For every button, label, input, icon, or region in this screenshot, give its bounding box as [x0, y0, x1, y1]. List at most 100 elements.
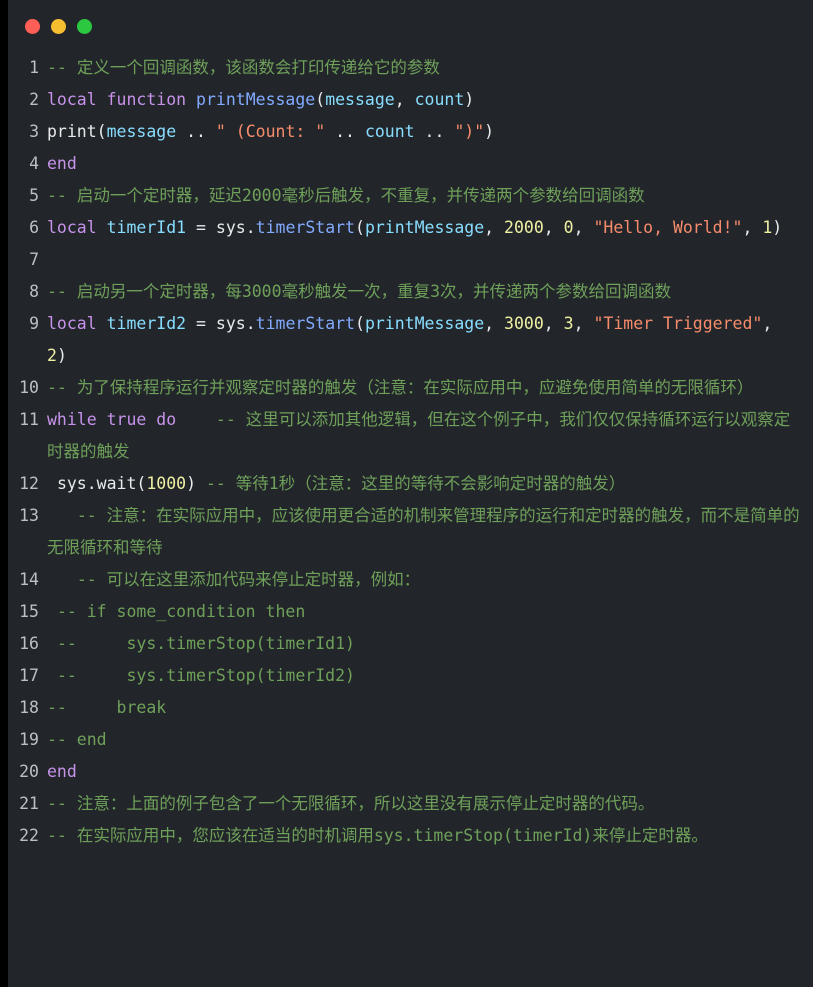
code-token: 启动一个定时器，延迟 [76, 186, 242, 205]
code-line[interactable]: 13 -- 注意：在实际应用中，应该使用更合适的机制来管理程序的运行和定时器的触… [0, 500, 805, 564]
code-line[interactable]: 2 local function printMessage(message, co… [0, 84, 805, 116]
code-token: .. [414, 122, 455, 141]
code-token: ) [56, 346, 67, 365]
code-token: function [106, 90, 187, 109]
code-token: 次，并传递两个参数给回调函数 [440, 282, 671, 301]
line-content: local timerId1 = sys.timerStart(printMes… [47, 212, 805, 244]
code-line[interactable]: 7 [0, 244, 805, 276]
code-token: true [106, 410, 147, 429]
code-token: 等待 [235, 474, 269, 493]
code-line[interactable]: 6 local timerId1 = sys.timerStart(printMe… [0, 212, 805, 244]
code-token: 0 [563, 218, 574, 237]
code-token: 可以在这里添加代码来停止定时器，例如： [106, 570, 421, 589]
line-content: -- 注意：在实际应用中，应该使用更合适的机制来管理程序的运行和定时器的触发，而… [47, 500, 805, 564]
code-token: , [394, 90, 415, 109]
code-token: message [106, 122, 177, 141]
code-line[interactable]: 8 -- 启动另一个定时器，每3000毫秒触发一次，重复3次，并传递两个参数给回调… [0, 276, 805, 308]
code-token: 1000 [146, 474, 187, 493]
code-token: printMessage [196, 90, 316, 109]
line-content: local function printMessage(message, cou… [47, 84, 805, 116]
code-token: "Hello, World!" [593, 218, 743, 237]
code-line[interactable]: 14 -- 可以在这里添加代码来停止定时器，例如： [0, 564, 805, 596]
code-line[interactable]: 12 sys.wait(1000) -- 等待1秒（注意：这里的等待不会影响定时… [0, 468, 805, 500]
line-content: -- sys.timerStop(timerId1) [47, 628, 805, 660]
code-token: , [543, 218, 564, 237]
line-content: -- end [47, 724, 805, 756]
code-token: = [186, 314, 216, 333]
code-line[interactable]: 22 -- 在实际应用中，您应该在适当的时机调用sys.timerStop(tim… [0, 820, 805, 852]
code-token: local [47, 314, 107, 333]
code-token: timerId2 [106, 314, 187, 333]
code-token: , [742, 218, 763, 237]
code-line[interactable]: 17 -- sys.timerStop(timerId2) [0, 660, 805, 692]
code-token: -- [47, 794, 77, 813]
code-token: -- sys.timerStop(timerId1) [56, 634, 355, 653]
code-line[interactable]: 3 print(message .. " (Count: " .. count .… [0, 116, 805, 148]
code-token: print( [47, 122, 107, 141]
code-token: 3 [563, 314, 574, 333]
code-token: -- if some_condition then [56, 602, 306, 621]
code-line[interactable]: 5 -- 启动一个定时器，延迟2000毫秒后触发，不重复，并传递两个参数给回调函数 [0, 180, 805, 212]
code-token: sys.wait( [47, 474, 147, 493]
code-token: 注意：在实际应用中，应该使用更合适的机制来管理程序的运行和定时器的触发，而不是简… [47, 506, 800, 557]
code-token: timerStart [255, 314, 355, 333]
minimize-button[interactable] [51, 18, 66, 34]
code-token: 2 [47, 346, 57, 365]
code-token: ( [315, 90, 326, 109]
code-line[interactable]: 18 -- break [0, 692, 805, 724]
code-token: 3000 [241, 282, 282, 301]
code-token: , [573, 218, 594, 237]
code-token: count [364, 122, 415, 141]
maximize-button[interactable] [77, 18, 92, 34]
code-token: , [762, 314, 783, 333]
code-line[interactable]: 10 -- 为了保持程序运行并观察定时器的触发（注意：在实际应用中，应避免使用简单… [0, 372, 805, 404]
code-token: 2000 [241, 186, 282, 205]
code-editor-content[interactable]: 1 -- 定义一个回调函数，该函数会打印传递给它的参数 2 local functio… [0, 52, 813, 852]
code-token: 为了保持程序运行并观察定时器的触发（注意：在实际应用中，应避免使用简单的无限循环… [76, 378, 754, 397]
code-line[interactable]: 4 end [0, 148, 805, 180]
line-content [47, 244, 805, 276]
code-token: .. [176, 122, 216, 141]
code-line[interactable]: 19 -- end [0, 724, 805, 756]
code-token: -- end [47, 730, 107, 749]
code-token: while [47, 410, 97, 429]
code-token: -- [47, 826, 77, 845]
code-token: , [573, 314, 594, 333]
line-content: -- sys.timerStop(timerId2) [47, 660, 805, 692]
code-token: -- [47, 58, 77, 77]
window-titlebar [0, 0, 813, 52]
code-token: local [47, 218, 107, 237]
code-token: ( [355, 314, 365, 333]
code-token: 注意：上面的例子包含了一个无限循环，所以这里没有展示停止定时器的代码。 [76, 794, 655, 813]
code-line[interactable]: 9 local timerId2 = sys.timerStart(printMe… [0, 308, 805, 372]
line-content: -- 启动一个定时器，延迟2000毫秒后触发，不重复，并传递两个参数给回调函数 [47, 180, 805, 212]
code-token: ) [484, 122, 495, 141]
code-line[interactable]: 21 -- 注意：上面的例子包含了一个无限循环，所以这里没有展示停止定时器的代码。 [0, 788, 805, 820]
code-token: ) [772, 218, 783, 237]
code-token: -- [76, 506, 107, 525]
code-line[interactable]: 15 -- if some_condition then [0, 596, 805, 628]
code-token: 毫秒触发一次，重复 [281, 282, 431, 301]
code-token: -- sys.timerStop(timerId2) [56, 666, 355, 685]
code-window: 1 -- 定义一个回调函数，该函数会打印传递给它的参数 2 local functio… [0, 0, 813, 987]
code-token: "Timer Triggered" [593, 314, 763, 333]
code-token: sys.timerStop(timerId) [373, 826, 593, 845]
code-token: 1 [762, 218, 773, 237]
code-line[interactable]: 16 -- sys.timerStop(timerId1) [0, 628, 805, 660]
code-line[interactable]: 11 while true do -- 这里可以添加其他逻辑，但在这个例子中，我们… [0, 404, 805, 468]
code-line[interactable]: 1 -- 定义一个回调函数，该函数会打印传递给它的参数 [0, 52, 805, 84]
code-token: ( [355, 218, 365, 237]
code-token: printMessage [364, 314, 485, 333]
close-button[interactable] [25, 18, 40, 34]
line-content: -- 可以在这里添加代码来停止定时器，例如： [47, 564, 805, 596]
code-token: -- break [47, 698, 167, 717]
code-token: timerId1 [106, 218, 187, 237]
code-line[interactable]: 20 end [0, 756, 805, 788]
